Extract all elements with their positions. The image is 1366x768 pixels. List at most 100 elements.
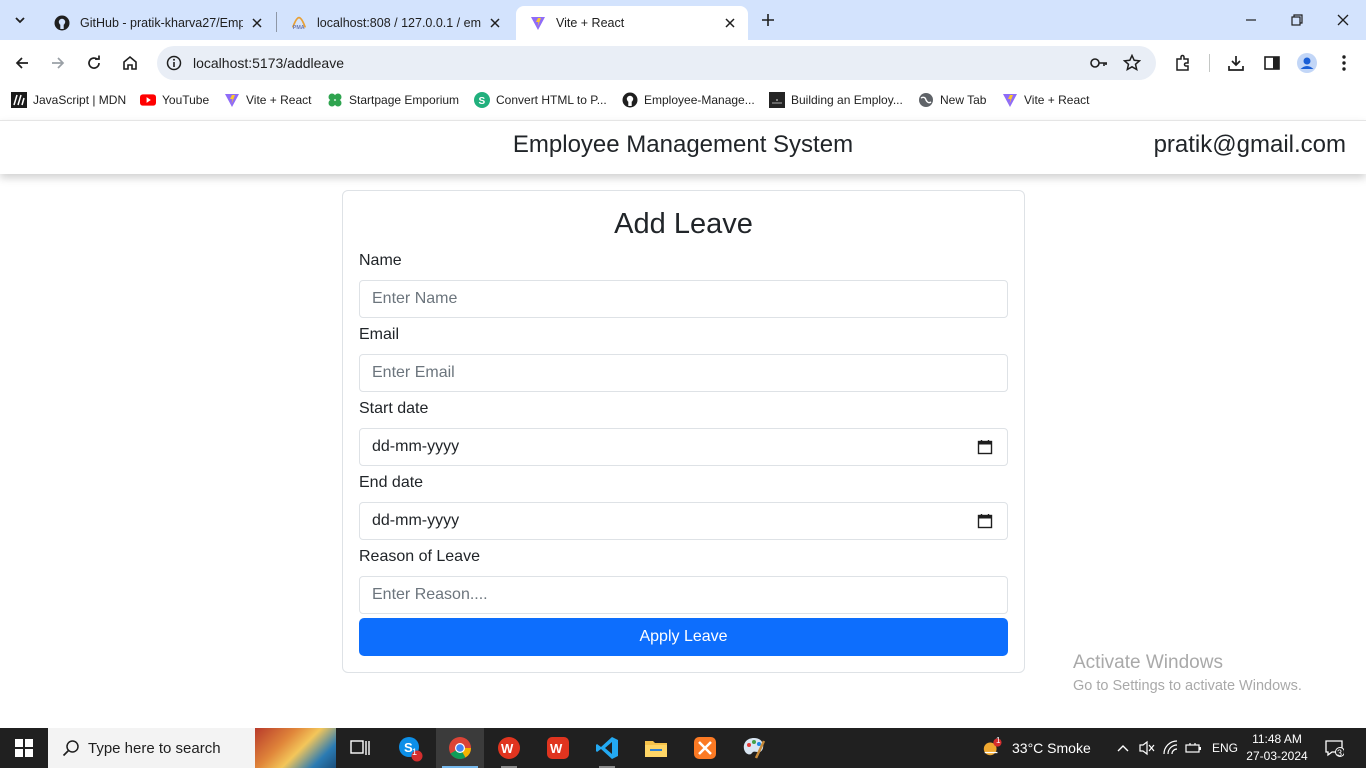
weather-badge: 1 <box>996 736 1001 745</box>
app-header: Employee Management System pratik@gmail.… <box>0 120 1366 174</box>
phpmyadmin-icon: PMA <box>291 15 307 31</box>
taskbar-wps-office[interactable]: W <box>485 728 533 768</box>
vite-icon <box>224 92 240 108</box>
taskbar-vscode[interactable] <box>583 728 631 768</box>
browser-tab-vite-active[interactable]: Vite + React <box>516 6 748 40</box>
bookmark-label: New Tab <box>940 93 987 107</box>
bookmark-mdn[interactable]: JavaScript | MDN <box>11 91 126 109</box>
taskbar-chrome[interactable] <box>436 728 484 768</box>
start-date-input[interactable]: dd-mm-yyyy <box>359 428 1008 466</box>
weather-text[interactable]: 33°C Smoke <box>1012 740 1091 756</box>
search-icon <box>61 738 81 758</box>
close-icon[interactable] <box>722 15 738 31</box>
chrome-icon <box>449 737 471 759</box>
chevron-down-icon <box>15 17 25 24</box>
plus-icon <box>762 14 774 26</box>
convert-icon: S <box>474 92 490 108</box>
taskbar-xampp[interactable] <box>681 728 729 768</box>
reason-input[interactable] <box>359 576 1008 614</box>
start-date-label: Start date <box>359 400 429 417</box>
battery-icon[interactable] <box>1184 738 1204 758</box>
skype-icon: S <box>399 737 423 762</box>
toolbar-divider <box>1209 54 1210 72</box>
bookmark-label: Building an Employ... <box>791 93 903 107</box>
taskbar-search-box[interactable]: Type here to search <box>48 728 255 768</box>
taskbar-skype[interactable]: S 1 <box>386 728 434 768</box>
taskbar-wps-writer[interactable]: W <box>534 728 582 768</box>
language-indicator[interactable]: ENG <box>1212 741 1238 755</box>
volume-muted-icon[interactable] <box>1137 738 1157 758</box>
name-input[interactable] <box>359 280 1008 318</box>
bookmark-building-employ[interactable]: Building an Employ... <box>769 91 903 109</box>
youtube-icon <box>140 92 156 108</box>
tab-title: Vite + React <box>556 16 625 30</box>
calendar-icon[interactable] <box>977 513 993 529</box>
download-icon[interactable] <box>1224 51 1248 75</box>
end-date-input[interactable]: dd-mm-yyyy <box>359 502 1008 540</box>
new-tab-button[interactable] <box>757 9 779 31</box>
address-bar[interactable]: localhost:5173/addleave <box>157 46 1156 80</box>
site-info-icon[interactable] <box>165 54 183 72</box>
close-icon <box>1337 14 1349 26</box>
home-button[interactable] <box>116 49 144 77</box>
windows-taskbar: Type here to search S 1 W W 1 33°C Smoke <box>0 728 1366 768</box>
windows-logo-icon <box>15 739 33 757</box>
watermark-title: Activate Windows <box>1073 652 1223 673</box>
password-key-icon[interactable] <box>1089 53 1109 73</box>
clover-icon <box>327 92 343 108</box>
browser-tab-github[interactable]: GitHub - pratik-kharva27/Empl <box>40 6 275 40</box>
bookmark-label: Vite + React <box>246 93 312 107</box>
tab-search-button[interactable] <box>8 8 32 32</box>
bookmark-vite-react[interactable]: Vite + React <box>224 91 311 109</box>
task-view-icon <box>350 740 370 755</box>
bookmark-startpage[interactable]: Startpage Emporium <box>327 91 459 109</box>
more-menu-icon[interactable] <box>1332 51 1356 75</box>
restore-button[interactable] <box>1274 0 1320 40</box>
end-date-value: dd-mm-yyyy <box>372 512 460 529</box>
bookmark-new-tab[interactable]: New Tab <box>918 91 986 109</box>
extensions-icon[interactable] <box>1171 51 1195 75</box>
back-button[interactable] <box>8 49 36 77</box>
vite-icon <box>1002 92 1018 108</box>
name-label: Name <box>359 252 402 269</box>
svg-text:W: W <box>550 741 563 756</box>
side-panel-icon[interactable] <box>1260 51 1284 75</box>
reload-icon <box>88 55 100 69</box>
calendar-icon[interactable] <box>977 439 993 455</box>
browser-tab-phpmyadmin[interactable]: PMA localhost:808 / 127.0.0.1 / empl <box>277 6 513 40</box>
mdn-icon <box>11 92 27 108</box>
apply-leave-button[interactable]: Apply Leave <box>359 618 1008 656</box>
bookmark-label: Convert HTML to P... <box>496 93 607 107</box>
wifi-icon[interactable] <box>1161 738 1181 758</box>
taskbar-clock[interactable]: 11:48 AM 27-03-2024 <box>1243 731 1311 765</box>
task-view-button[interactable] <box>336 728 384 768</box>
arrow-right-icon <box>52 57 65 69</box>
close-icon[interactable] <box>249 15 265 31</box>
svg-text:W: W <box>501 741 514 756</box>
minimize-button[interactable] <box>1228 0 1274 40</box>
email-input[interactable] <box>359 354 1008 392</box>
close-icon[interactable] <box>487 15 503 31</box>
bookmark-convert-html[interactable]: S Convert HTML to P... <box>474 91 607 109</box>
browser-tab-strip: GitHub - pratik-kharva27/Empl PMA localh… <box>0 0 1366 40</box>
wps-office-icon: W <box>498 737 520 759</box>
folder-icon <box>645 741 667 757</box>
bookmark-youtube[interactable]: YouTube <box>140 91 209 109</box>
reason-label: Reason of Leave <box>359 548 480 565</box>
start-button[interactable] <box>0 728 48 768</box>
forward-button[interactable] <box>44 49 72 77</box>
taskbar-file-explorer[interactable] <box>632 728 680 768</box>
bookmark-employee-manage[interactable]: Employee-Manage... <box>622 91 755 109</box>
chevron-up-icon[interactable] <box>1113 738 1133 758</box>
taskbar-paint[interactable] <box>730 728 778 768</box>
bookmark-star-icon[interactable] <box>1122 53 1142 73</box>
paint-palette-icon <box>743 738 766 759</box>
start-date-value: dd-mm-yyyy <box>372 438 460 455</box>
bookmark-vite-react-2[interactable]: Vite + React <box>1002 91 1089 109</box>
reload-button[interactable] <box>80 49 108 77</box>
github-icon <box>622 92 638 108</box>
search-highlight-image[interactable] <box>255 728 336 768</box>
skype-badge: 1 <box>412 747 418 757</box>
close-window-button[interactable] <box>1320 0 1366 40</box>
profile-avatar-icon[interactable] <box>1295 51 1319 75</box>
